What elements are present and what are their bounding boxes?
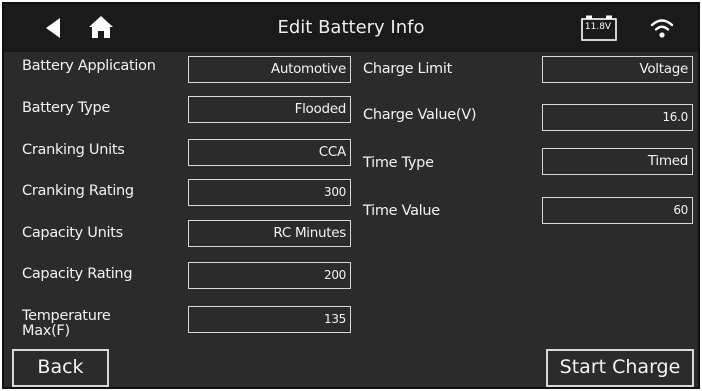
device-screen: Edit Battery Info 11.8V Battery Applicat… xyxy=(2,2,700,389)
battery-voltage: 11.8V xyxy=(584,22,612,32)
field-battery-type[interactable]: Flooded xyxy=(188,96,351,123)
field-battery-application[interactable]: Automotive xyxy=(188,56,351,83)
start-charge-button[interactable]: Start Charge xyxy=(546,349,694,387)
label-time-value: Time Value xyxy=(363,203,440,219)
field-charge-limit[interactable]: Voltage xyxy=(542,56,693,83)
field-temperature-max[interactable]: 135 xyxy=(188,306,351,333)
label-charge-value: Charge Value(V) xyxy=(363,107,477,123)
header-bar: Edit Battery Info 11.8V xyxy=(4,4,698,52)
field-capacity-rating[interactable]: 200 xyxy=(188,262,351,289)
field-cranking-rating[interactable]: 300 xyxy=(188,179,351,206)
field-charge-value[interactable]: 16.0 xyxy=(542,104,693,131)
field-cranking-units[interactable]: CCA xyxy=(188,139,351,166)
field-time-value[interactable]: 60 xyxy=(542,197,693,224)
label-battery-type: Battery Type xyxy=(22,100,110,116)
label-charge-limit: Charge Limit xyxy=(363,61,452,77)
label-temperature-max: Temperature Max(F) xyxy=(22,308,111,339)
label-capacity-rating: Capacity Rating xyxy=(22,266,133,282)
field-time-type[interactable]: Timed xyxy=(542,148,693,175)
label-capacity-units: Capacity Units xyxy=(22,225,123,241)
back-button[interactable]: Back xyxy=(12,349,109,387)
label-cranking-rating: Cranking Rating xyxy=(22,183,134,199)
label-cranking-units: Cranking Units xyxy=(22,142,125,158)
label-time-type: Time Type xyxy=(363,155,434,171)
wifi-icon xyxy=(650,19,674,38)
field-capacity-units[interactable]: RC Minutes xyxy=(188,220,351,247)
label-battery-application: Battery Application xyxy=(22,58,156,74)
